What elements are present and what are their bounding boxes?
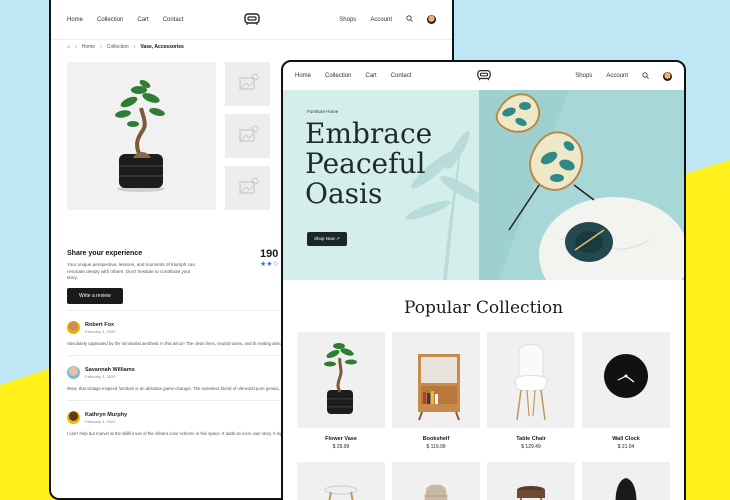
top-nav: Home Collection Cart Contact Shops Accou… [283, 62, 684, 90]
home-page-window: Home Collection Cart Contact Shops Accou… [281, 60, 686, 500]
product-image [297, 462, 385, 500]
search-icon[interactable] [406, 15, 413, 24]
nav-shops[interactable]: Shops [575, 73, 592, 79]
product-card[interactable]: Bookshelf $ 119.99 [392, 332, 480, 450]
product-name: Table Chair [516, 436, 546, 442]
product-image [582, 462, 670, 500]
popular-collection-title: Popular Collection [403, 298, 564, 318]
nav-cart[interactable]: Cart [365, 73, 376, 79]
reviewer-name: Robert Fox [85, 321, 115, 328]
image-icon [239, 177, 259, 194]
nav-contact[interactable]: Contact [391, 73, 412, 79]
hero-eyebrow: Furniture Home [307, 109, 339, 114]
home-icon[interactable]: ⌂ [67, 44, 70, 50]
product-price: $ 119.99 [426, 444, 446, 450]
share-experience: Share your experience Your unique perspe… [67, 250, 197, 304]
review-date: February 3, 2020 [85, 328, 116, 334]
product-name: Flower Vase [325, 436, 357, 442]
product-price: $ 29.99 [332, 444, 350, 450]
reviewer-name: Savannah Williams [85, 366, 135, 373]
hero-title: Embrace Peaceful Oasis [305, 117, 433, 210]
product-card[interactable]: Wall Clock $ 21.04 [582, 332, 670, 450]
product-image [297, 332, 385, 428]
nav-collection[interactable]: Collection [97, 17, 123, 23]
avatar[interactable] [663, 71, 672, 81]
breadcrumb: ⌂ › Home › Collection › Vase, Accessories [67, 44, 184, 50]
reviewer-name: Kathryn Murphy [85, 411, 128, 418]
product-card[interactable]: Table Chair $ 129.49 [487, 332, 575, 450]
product-name: Bookshelf [422, 436, 450, 442]
image-icon [239, 125, 259, 142]
avatar [67, 411, 80, 424]
shop-now-button[interactable]: Shop Now ↗ [307, 232, 347, 246]
product-grid-row-2 [297, 462, 670, 500]
product-main-image [67, 62, 216, 210]
hero-banner: Furniture Home Embrace Peaceful Oasis Sh… [283, 90, 684, 280]
nav-account[interactable]: Account [606, 73, 628, 79]
nav-home[interactable]: Home [67, 17, 83, 23]
product-card[interactable]: Flower Vase $ 29.99 [297, 332, 385, 450]
avatar [67, 321, 80, 334]
nav-collection[interactable]: Collection [325, 73, 351, 79]
avatar[interactable] [427, 15, 436, 24]
write-review-button[interactable]: Write a review [67, 287, 123, 304]
nav-contact[interactable]: Contact [163, 17, 184, 23]
product-card[interactable] [582, 462, 670, 500]
thumbnail-placeholder[interactable] [225, 166, 270, 210]
breadcrumb-home[interactable]: Home [82, 44, 95, 50]
top-nav: Home Collection Cart Contact Shops Accou… [51, 0, 452, 40]
product-image [582, 332, 670, 428]
nav-account[interactable]: Account [370, 17, 392, 23]
product-card[interactable] [297, 462, 385, 500]
breadcrumb-collection[interactable]: Collection [107, 44, 129, 50]
share-title: Share your experience [67, 250, 143, 257]
product-price: $ 21.04 [617, 444, 635, 450]
review-date: February 3, 2020 [85, 418, 116, 424]
product-card[interactable] [392, 462, 480, 500]
thumbnail-placeholder[interactable] [225, 114, 270, 158]
hero-image [479, 90, 684, 280]
image-icon [239, 73, 259, 90]
product-grid: Flower Vase $ 29.99 Bookshelf $ 119.99 T… [297, 332, 670, 450]
nav-cart[interactable]: Cart [137, 17, 148, 23]
product-image [487, 332, 575, 428]
avatar [67, 366, 80, 379]
nav-shops[interactable]: Shops [339, 17, 356, 23]
product-name: Wall Clock [612, 436, 640, 442]
product-image [392, 332, 480, 428]
sofa-logo-icon[interactable] [243, 12, 260, 27]
sofa-logo-icon[interactable] [476, 70, 491, 83]
product-image [487, 462, 575, 500]
product-card[interactable] [487, 462, 575, 500]
nav-home[interactable]: Home [295, 73, 311, 79]
product-image [392, 462, 480, 500]
search-icon[interactable] [642, 71, 649, 81]
thumbnail-placeholder[interactable] [225, 62, 270, 106]
review-date: February 3, 2020 [85, 373, 116, 379]
breadcrumb-current: Vase, Accessories [140, 44, 184, 50]
product-price: $ 129.49 [521, 444, 541, 450]
share-text: Your unique perspective, lessons, and mo… [67, 262, 196, 280]
